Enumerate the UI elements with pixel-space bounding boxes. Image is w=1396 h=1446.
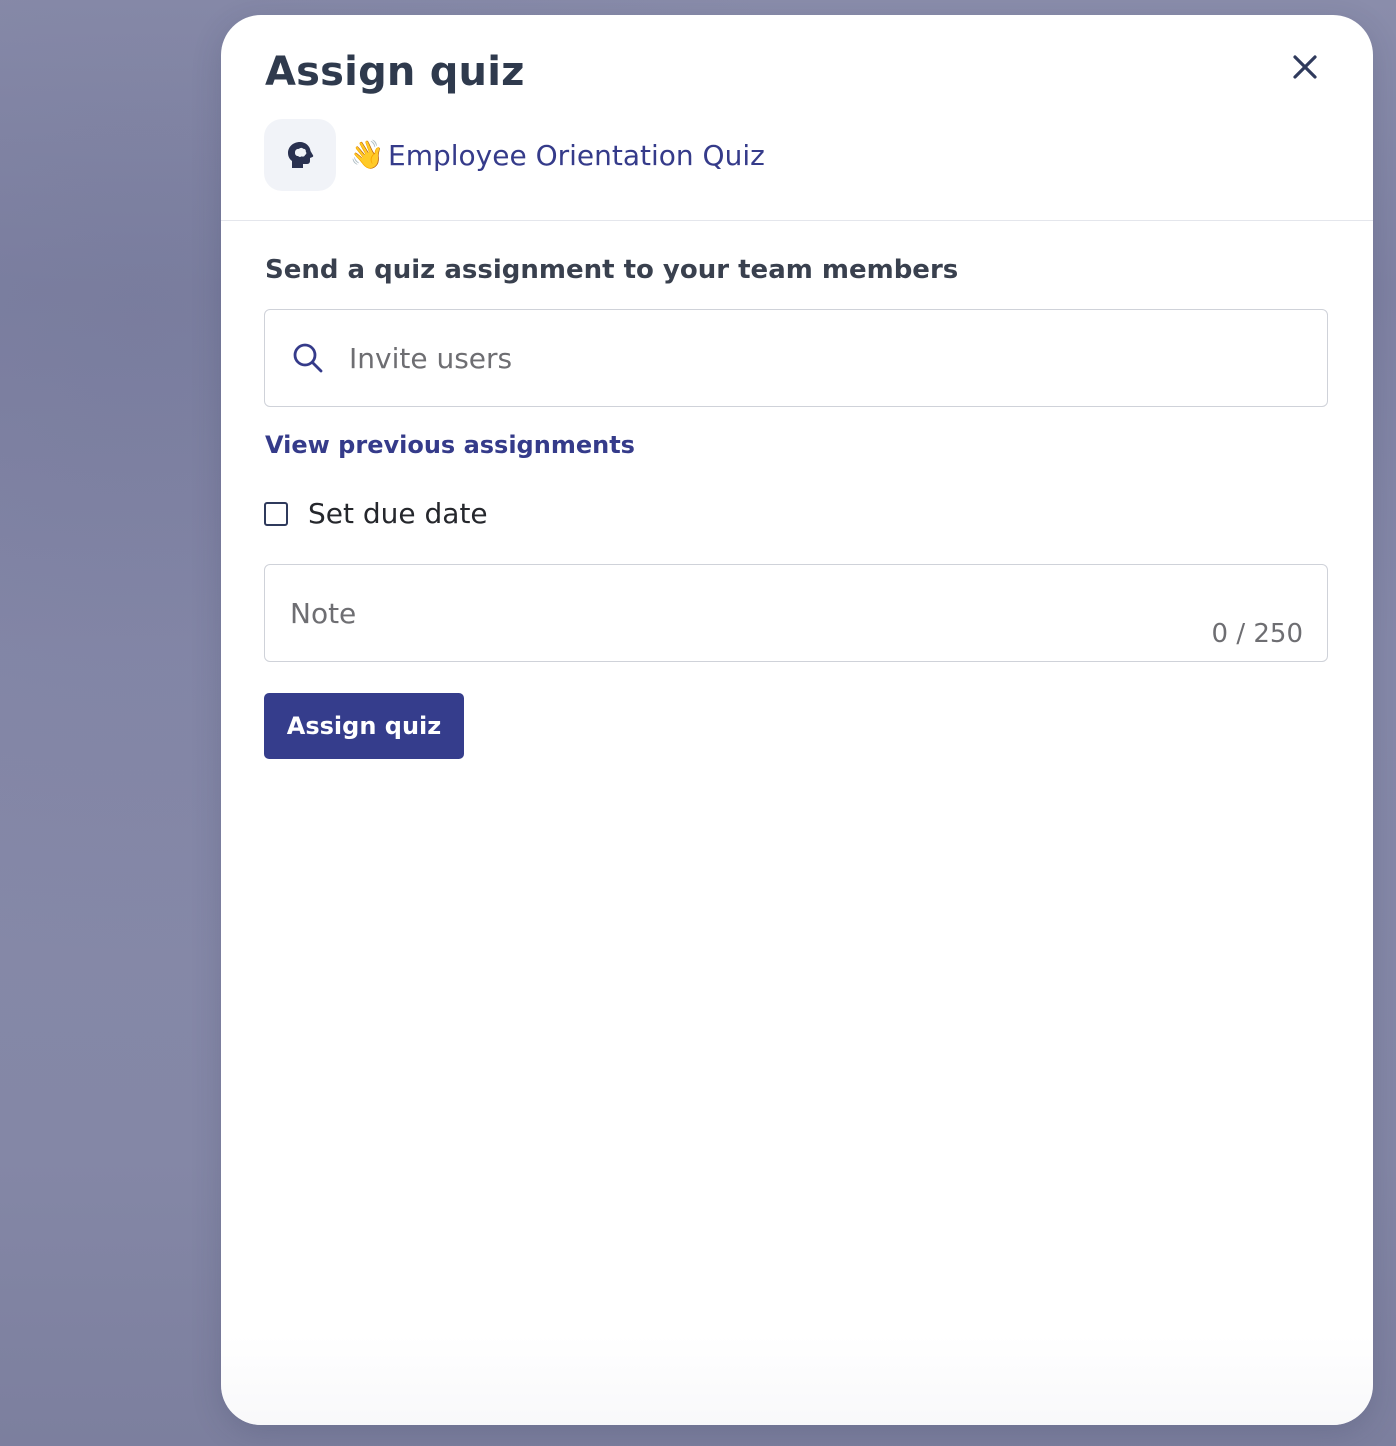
waving-hand-emoji: 👋: [349, 138, 385, 171]
dialog-title: Assign quiz: [265, 49, 525, 95]
dialog-header: Assign quiz 👋 Employee Orientation Quiz: [221, 15, 1373, 221]
note-placeholder: Note: [290, 597, 357, 630]
section-heading: Send a quiz assignment to your team memb…: [265, 255, 959, 285]
set-due-date-option[interactable]: Set due date: [264, 497, 488, 530]
search-icon: [291, 341, 325, 375]
assign-quiz-dialog: Assign quiz 👋 Employee Orientation Quiz …: [221, 15, 1373, 1425]
quiz-name-link[interactable]: Employee Orientation Quiz: [388, 139, 765, 172]
invite-users-input[interactable]: [347, 340, 1251, 376]
note-textarea[interactable]: Note 0 / 250: [264, 564, 1328, 662]
due-date-label: Set due date: [308, 497, 488, 530]
due-date-checkbox[interactable]: [264, 501, 288, 526]
invite-users-field[interactable]: [264, 309, 1328, 407]
dialog-bottom-fade: [221, 1335, 1373, 1425]
note-character-counter: 0 / 250: [1211, 619, 1303, 649]
quiz-icon-tile: [264, 119, 336, 191]
assign-quiz-button[interactable]: Assign quiz: [264, 693, 464, 759]
close-button[interactable]: [1289, 51, 1321, 83]
close-icon: [1293, 55, 1317, 79]
quiz-info: 👋 Employee Orientation Quiz: [264, 119, 765, 191]
view-previous-assignments-link[interactable]: View previous assignments: [265, 431, 635, 459]
brain-head-icon: [288, 142, 314, 168]
